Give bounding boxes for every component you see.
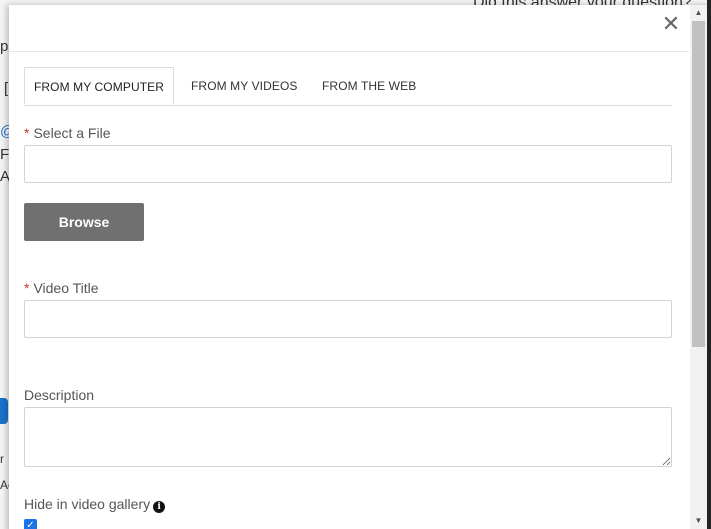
select-file-input[interactable] [24, 145, 672, 183]
tab-from-my-computer[interactable]: FROM MY COMPUTER [24, 67, 174, 105]
required-marker: * [24, 125, 30, 141]
hide-gallery-checkbox[interactable]: ✓ [24, 519, 37, 529]
background-text-fragment: r [0, 452, 4, 466]
video-title-input[interactable] [24, 300, 672, 338]
tab-from-my-videos[interactable]: FROM MY VIDEOS [191, 67, 298, 105]
browse-button[interactable]: Browse [24, 203, 144, 241]
select-file-label: * Select a File [24, 125, 111, 141]
description-textarea[interactable] [24, 407, 672, 467]
hide-gallery-label-text: Hide in video gallery [24, 496, 151, 512]
select-file-label-text: Select a File [33, 125, 111, 141]
background-text-fragment: [ [4, 80, 9, 97]
close-icon[interactable]: ✕ [661, 13, 681, 35]
upload-source-tabs: FROM MY COMPUTER FROM MY VIDEOS FROM THE… [24, 67, 672, 106]
video-title-label: * Video Title [24, 280, 99, 296]
page: Did this answer your question? p [ @ Fr … [0, 0, 711, 529]
required-marker: * [24, 280, 30, 296]
background-text-fragment: p [0, 38, 9, 55]
home-icon [0, 398, 8, 424]
video-title-label-text: Video Title [33, 280, 99, 296]
upload-video-modal: ✕ FROM MY COMPUTER FROM MY VIDEOS FROM T… [9, 5, 711, 529]
window-edge [707, 0, 711, 529]
scroll-thumb[interactable] [692, 21, 705, 347]
scroll-down-arrow-icon[interactable]: ▼ [690, 513, 707, 529]
description-label: Description [24, 387, 95, 403]
tab-from-the-web[interactable]: FROM THE WEB [322, 67, 416, 105]
hide-gallery-label: Hide in video gallery i [24, 496, 166, 513]
info-icon[interactable]: i [153, 501, 166, 513]
scrollbar[interactable]: ▲ ▼ [690, 5, 707, 529]
modal-header: ✕ [9, 5, 689, 52]
scroll-up-arrow-icon[interactable]: ▲ [690, 5, 707, 21]
